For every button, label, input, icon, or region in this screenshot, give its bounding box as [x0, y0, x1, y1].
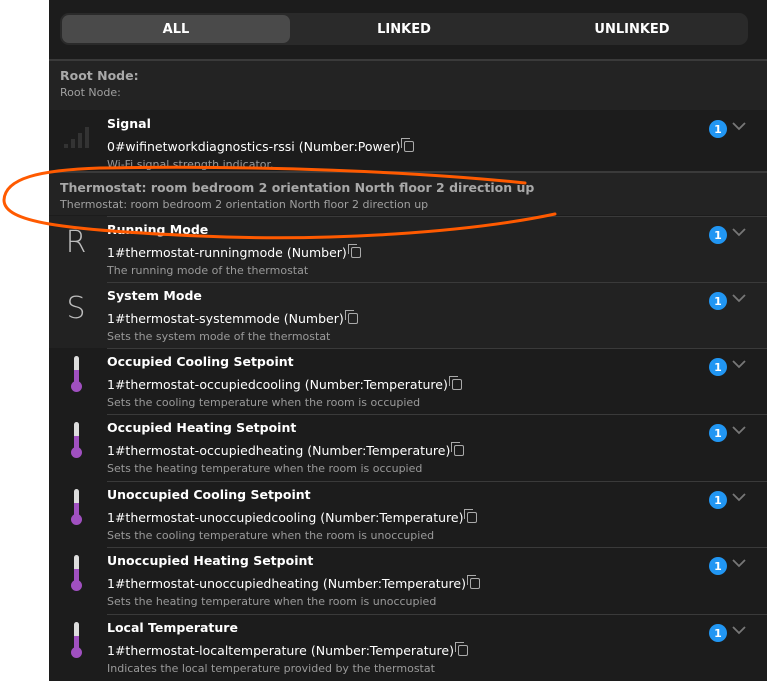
channel-uid: 1#thermostat-unoccupiedcooling (Number:T…	[107, 509, 478, 525]
divider	[107, 547, 767, 548]
channel-uid-text: 0#wifinetworkdiagnostics-rssi (Number:Po…	[107, 139, 401, 154]
divider	[107, 282, 767, 283]
channel-description: Sets the cooling temperature when the ro…	[107, 396, 421, 409]
thermometer-icon	[59, 418, 93, 462]
channel-row[interactable]: Signal 0#wifinetworkdiagnostics-rssi (Num…	[49, 110, 767, 176]
channel-uid: 1#thermostat-runningmode (Number)	[107, 244, 361, 260]
channel-description: Sets the cooling temperature when the ro…	[107, 529, 435, 542]
channel-row[interactable]: Local Temperature 1#thermostat-localtempe…	[49, 614, 767, 680]
divider	[107, 414, 767, 415]
channel-name: Signal	[107, 116, 151, 131]
copy-icon[interactable]	[401, 138, 415, 152]
letter-s-icon: S	[66, 290, 86, 326]
channel-uid: 1#thermostat-localtemperature (Number:Te…	[107, 642, 468, 658]
chevron-down-icon[interactable]	[731, 118, 747, 134]
thermometer-icon	[59, 551, 93, 595]
tab-all[interactable]: ALL	[62, 15, 290, 43]
divider	[107, 216, 767, 217]
copy-icon[interactable]	[344, 310, 358, 324]
channel-name: Occupied Cooling Setpoint	[107, 354, 294, 369]
channel-uid-text: 1#thermostat-unoccupiedheating (Number:T…	[107, 576, 466, 591]
link-count-badge: 1	[709, 292, 727, 310]
chevron-down-icon[interactable]	[731, 224, 747, 240]
channel-uid-text: 1#thermostat-runningmode (Number)	[107, 245, 347, 260]
channel-description: The running mode of the thermostat	[107, 264, 309, 277]
group-subtitle: Root Node:	[60, 86, 121, 99]
channel-uid-text: 1#thermostat-occupiedcooling (Number:Tem…	[107, 377, 448, 392]
channel-row[interactable]: Unoccupied Heating Setpoint 1#thermostat-…	[49, 547, 767, 613]
channel-description: Wi-Fi signal strength indicator.	[107, 158, 274, 171]
channel-uid: 1#thermostat-systemmode (Number)	[107, 310, 358, 326]
chevron-down-icon[interactable]	[731, 356, 747, 372]
letter-r-icon: R	[65, 224, 87, 260]
channel-name: System Mode	[107, 288, 202, 303]
group-header-root: Root Node: Root Node:	[49, 59, 767, 110]
link-count-badge: 1	[709, 624, 727, 642]
channel-uid: 1#thermostat-unoccupiedheating (Number:T…	[107, 575, 480, 591]
channel-name: Unoccupied Heating Setpoint	[107, 553, 314, 568]
chevron-down-icon[interactable]	[731, 422, 747, 438]
link-count-badge: 1	[709, 226, 727, 244]
channel-description: Indicates the local temperature provided…	[107, 662, 435, 675]
channel-name: Local Temperature	[107, 620, 238, 635]
channel-name: Unoccupied Cooling Setpoint	[107, 487, 311, 502]
copy-icon[interactable]	[454, 642, 468, 656]
divider	[107, 614, 767, 615]
divider	[107, 481, 767, 482]
channel-uid-text: 1#thermostat-unoccupiedcooling (Number:T…	[107, 510, 464, 525]
thermometer-icon	[59, 485, 93, 529]
copy-icon[interactable]	[448, 376, 462, 390]
channel-uid: 1#thermostat-occupiedcooling (Number:Tem…	[107, 376, 462, 392]
group-title: Root Node:	[60, 68, 139, 83]
copy-icon[interactable]	[451, 442, 465, 456]
channel-row[interactable]: S System Mode 1#thermostat-systemmode (Num…	[49, 282, 767, 348]
link-count-badge: 1	[709, 120, 727, 138]
copy-icon[interactable]	[466, 575, 480, 589]
tab-linked[interactable]: LINKED	[290, 15, 518, 43]
thermometer-icon	[59, 352, 93, 396]
channel-description: Sets the system mode of the thermostat	[107, 330, 331, 343]
channel-description: Sets the heating temperature when the ro…	[107, 462, 423, 475]
tab-unlinked[interactable]: UNLINKED	[518, 15, 746, 43]
link-count-badge: 1	[709, 557, 727, 575]
channel-row[interactable]: Occupied Cooling Setpoint 1#thermostat-oc…	[49, 348, 767, 414]
link-count-badge: 1	[709, 358, 727, 376]
chevron-down-icon[interactable]	[731, 555, 747, 571]
channel-row[interactable]: Occupied Heating Setpoint 1#thermostat-oc…	[49, 414, 767, 480]
copy-icon[interactable]	[464, 509, 478, 523]
divider	[107, 348, 767, 349]
channel-row[interactable]: Unoccupied Cooling Setpoint 1#thermostat-…	[49, 481, 767, 547]
channel-name: Running Mode	[107, 222, 209, 237]
chevron-down-icon[interactable]	[731, 290, 747, 306]
channel-uid-text: 1#thermostat-occupiedheating (Number:Tem…	[107, 443, 451, 458]
channel-uid-text: 1#thermostat-systemmode (Number)	[107, 311, 344, 326]
group-subtitle: Thermostat: room bedroom 2 orientation N…	[60, 198, 429, 211]
chevron-down-icon[interactable]	[731, 489, 747, 505]
channel-uid: 1#thermostat-occupiedheating (Number:Tem…	[107, 442, 465, 458]
signal-icon	[59, 114, 93, 158]
channel-description: Sets the heating temperature when the ro…	[107, 595, 437, 608]
group-header-thermostat: Thermostat: room bedroom 2 orientation N…	[49, 171, 767, 215]
copy-icon[interactable]	[347, 244, 361, 258]
channel-row[interactable]: R Running Mode 1#thermostat-runningmode (N…	[49, 216, 767, 282]
filter-segmented-control: ALL LINKED UNLINKED	[60, 13, 748, 45]
thermometer-icon	[59, 618, 93, 662]
channels-panel: ALL LINKED UNLINKED Root Node: Root Node…	[49, 0, 767, 681]
group-title: Thermostat: room bedroom 2 orientation N…	[60, 180, 535, 195]
channel-name: Occupied Heating Setpoint	[107, 420, 297, 435]
channel-uid: 0#wifinetworkdiagnostics-rssi (Number:Po…	[107, 138, 415, 154]
link-count-badge: 1	[709, 491, 727, 509]
channel-uid-text: 1#thermostat-localtemperature (Number:Te…	[107, 643, 454, 658]
chevron-down-icon[interactable]	[731, 622, 747, 638]
link-count-badge: 1	[709, 424, 727, 442]
